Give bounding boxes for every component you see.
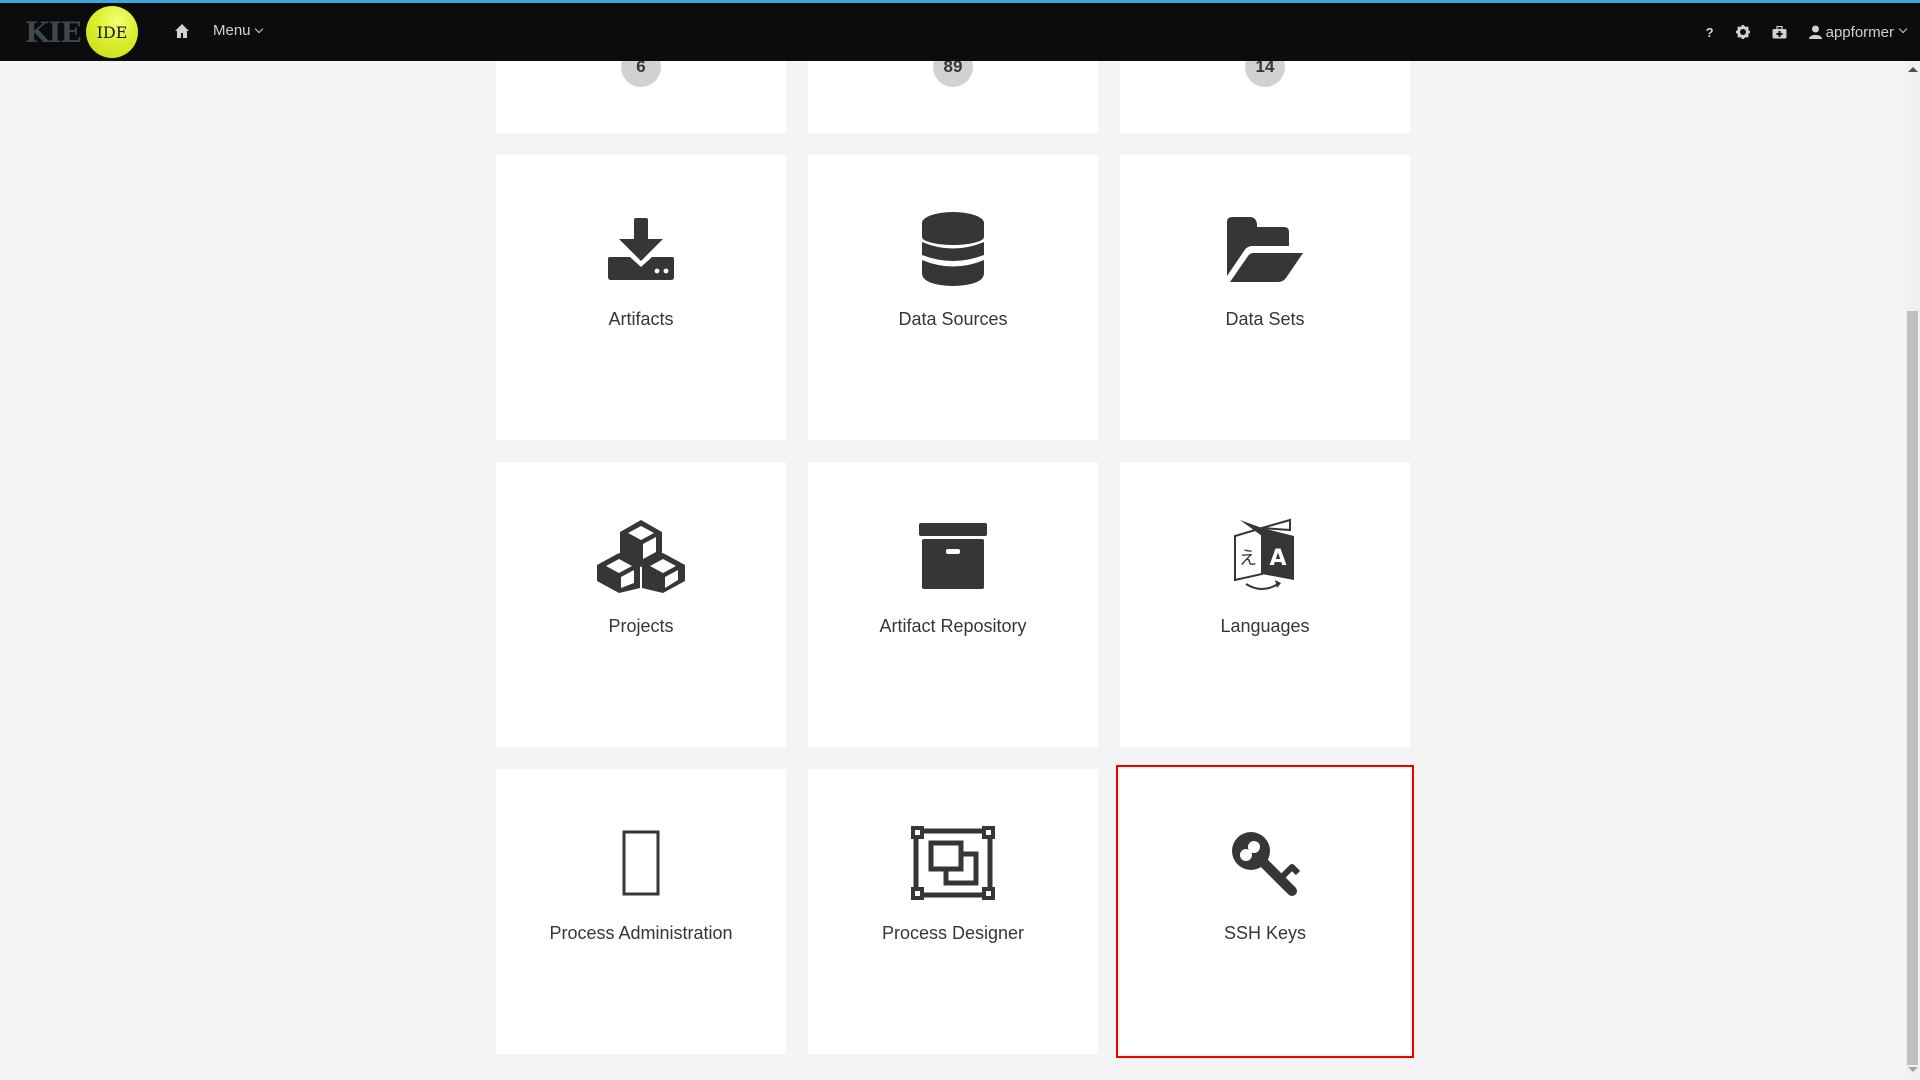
download-icon [608,218,674,280]
tile-languages[interactable]: A え Languages [1120,462,1410,747]
settings-button[interactable] [1735,25,1750,39]
home-icon[interactable] [174,23,190,39]
help-button[interactable]: ? [1706,25,1714,40]
tile-label: Process Administration [549,923,733,943]
chevron-down-icon [1898,24,1908,34]
logo-ide-badge[interactable]: IDE [86,6,138,58]
svg-text:え: え [1239,548,1257,569]
scroll-down-arrow-icon[interactable] [1908,1067,1918,1072]
database-icon [922,212,984,286]
help-icon: ? [1705,24,1714,40]
archive-box-icon [919,523,987,589]
tile-top-1[interactable]: 6 [496,47,786,133]
tile-process-designer[interactable]: Process Designer [808,769,1098,1054]
navbar: KIE IDE Menu ? appformer [0,3,1920,61]
scroll-up-arrow-icon[interactable] [1908,67,1918,72]
language-icon: A え [1234,518,1294,590]
user-menu[interactable]: appformer [1808,23,1908,41]
tile-top-3[interactable]: 14 [1120,47,1410,133]
logo-ide-text: IDE [96,22,128,42]
tile-label: Artifacts [608,309,674,329]
logo-kie[interactable]: KIE [25,16,82,49]
tile-label: Data Sources [898,309,1008,329]
tile-label: Process Designer [881,923,1025,943]
tile-ssh-keys[interactable]: SSH Keys [1116,765,1414,1058]
vertical-scrollbar[interactable] [1905,61,1920,1080]
svg-text:A: A [1269,546,1286,571]
object-group-icon [911,826,995,900]
chevron-down-icon [254,24,263,34]
tile-data-sources[interactable]: Data Sources [808,155,1098,440]
tile-artifact-repository[interactable]: Artifact Repository [808,462,1098,747]
folder-open-icon [1227,217,1303,282]
tile-label: Data Sets [1225,309,1305,329]
user-name: appformer [1825,23,1894,41]
menu-label: Menu [213,22,251,39]
tile-label: Artifact Repository [879,616,1027,636]
briefcase-icon [1772,25,1787,38]
navbar-right: ? appformer [1706,3,1920,61]
menu-dropdown[interactable]: Menu [213,22,263,39]
tile-data-sets[interactable]: Data Sets [1120,155,1410,440]
cubes-icon [597,520,685,593]
tile-top-2[interactable]: 89 [808,47,1098,133]
tile-process-administration[interactable]: Process Administration [496,769,786,1054]
missing-glyph-icon [622,830,660,896]
top-accent-bar [0,0,1920,3]
scrollbar-thumb[interactable] [1907,311,1918,1065]
key-icon [1232,832,1300,896]
gear-icon [1735,25,1750,39]
tile-label: Projects [608,616,674,636]
tile-label: SSH Keys [1223,923,1307,943]
tile-label: Languages [1220,616,1310,636]
user-icon [1808,25,1822,39]
tile-artifacts[interactable]: Artifacts [496,155,786,440]
tile-projects[interactable]: Projects [496,462,786,747]
tasks-button[interactable] [1772,25,1787,39]
